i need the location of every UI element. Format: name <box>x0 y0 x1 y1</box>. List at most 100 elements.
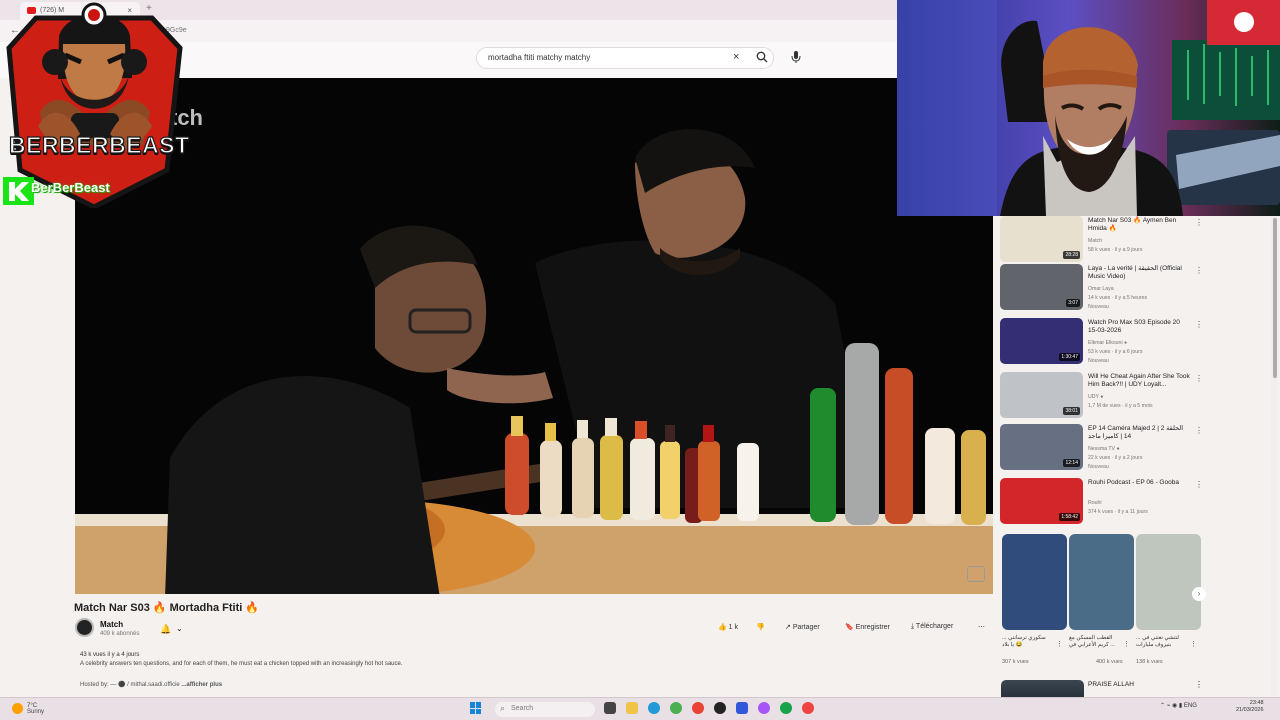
streamer-handle: BerBerBeast <box>31 180 110 195</box>
recommendation-channel[interactable]: Elkmar Elkouni ● <box>1088 340 1127 346</box>
windows-taskbar: 7°CSunny Search ⌃ ⌁ ◉ ▮ ENG 23:4821/03/2… <box>0 697 1280 720</box>
video-thumbnail[interactable]: 3:07 <box>1000 264 1083 310</box>
chevron-right-icon[interactable]: › <box>1192 587 1206 601</box>
video-thumbnail[interactable]: 12:14 <box>1000 424 1083 470</box>
edge-browser-icon[interactable] <box>648 702 660 714</box>
file-explorer-icon[interactable] <box>626 702 638 714</box>
save-label: Enregistrer <box>855 624 890 631</box>
save-button[interactable]: 🔖 Enregistrer <box>845 623 890 631</box>
language-indicator[interactable]: ENG <box>1184 703 1197 709</box>
video-corner-logo-icon <box>967 566 985 582</box>
weather-widget[interactable]: 7°C Sunny <box>27 703 44 715</box>
recommendation-channel[interactable]: Nessma TV ● <box>1088 446 1120 452</box>
bell-icon[interactable]: 🔔 <box>160 624 171 635</box>
view-date: 43 k vues il y a 4 jours <box>80 652 140 658</box>
recommendation-item[interactable]: 38:01 Will He Cheat Again After She Took… <box>998 372 1203 420</box>
webcam-feed <box>897 0 1280 216</box>
recommendation-channel[interactable]: Omar Laya <box>1088 286 1114 292</box>
scrollbar-thumb[interactable] <box>1273 218 1277 378</box>
shorts-shelf: سكوري ترسانتي ... يا بلاد 😂 307 k vues ⋮… <box>1002 534 1202 672</box>
recommendation-meta: 1,7 M de vues · il y a 5 mois <box>1088 403 1153 409</box>
kebab-menu-icon[interactable]: ⋮ <box>1123 640 1130 648</box>
chevron-down-icon[interactable]: ⌄ <box>176 624 183 633</box>
recommendation-title[interactable]: Watch Pro Max S03 Episode 20 15-03-2026 <box>1088 319 1190 335</box>
duration-badge: 1:30:47 <box>1059 353 1080 361</box>
kebab-menu-icon[interactable]: ⋮ <box>1195 426 1203 435</box>
clear-search-icon[interactable]: × <box>733 51 739 63</box>
kebab-menu-icon[interactable]: ⋮ <box>1195 266 1203 275</box>
recommendation-channel[interactable]: Rouhi <box>1088 500 1102 506</box>
kebab-menu-icon[interactable]: ⋮ <box>1195 320 1203 329</box>
short-title[interactable]: القطب المسكن مع ... كريم الأعرابي في <box>1069 635 1117 649</box>
short-views: 138 k vues <box>1136 659 1163 665</box>
short-title[interactable]: سكوري ترسانتي ... يا بلاد 😂 <box>1002 635 1050 649</box>
recommendation-title[interactable]: EP 14 Caméra Majed 2 | 2 الحلقة 14 | كام… <box>1088 425 1190 441</box>
kebab-menu-icon[interactable]: ⋮ <box>1190 640 1197 648</box>
recommendation-item[interactable]: 1:30:47 Watch Pro Max S03 Episode 20 15-… <box>998 318 1203 366</box>
system-tray-icons[interactable]: ⌃ ⌁ ◉ ▮ ENG <box>1160 702 1197 709</box>
description-footer[interactable]: Hosted by: — ⚫ / mithal.saadi.officie ..… <box>80 681 222 688</box>
recommendation-title[interactable]: Will He Cheat Again After She Took Him B… <box>1088 373 1190 389</box>
video-thumbnail[interactable]: 1:58:42 <box>1000 478 1083 524</box>
kebab-menu-icon[interactable]: ⋮ <box>1195 480 1203 489</box>
kebab-menu-icon[interactable]: ⋮ <box>1195 374 1203 383</box>
video-frame <box>75 78 993 594</box>
video-thumbnail[interactable]: 1:30:47 <box>1000 318 1083 364</box>
download-button[interactable]: ⤓ Télécharger <box>911 623 953 631</box>
chat-app-icon[interactable] <box>780 702 792 714</box>
channel-name[interactable]: Match <box>100 620 123 629</box>
video-thumbnail[interactable]: 38:01 <box>1000 372 1083 418</box>
new-badge: Nouveau <box>1088 304 1109 310</box>
more-actions-icon[interactable]: ⋯ <box>978 623 985 631</box>
recommendation-title[interactable]: Match Nar S03 🔥 Aymen Ben Hmida 🔥 <box>1088 217 1190 233</box>
video-player[interactable]: tch <box>75 78 993 594</box>
video-title: Match Nar S03 🔥 Mortadha Ftiti 🔥 <box>74 602 260 614</box>
task-view-icon[interactable] <box>604 702 616 714</box>
short-title[interactable]: لتتشي تعتني في ... بتيروف مليارات <box>1136 635 1184 649</box>
recommendation-channel[interactable]: UDY ● <box>1088 394 1103 400</box>
media-app-icon[interactable] <box>802 702 814 714</box>
obs-icon[interactable] <box>714 702 726 714</box>
windows-start-icon[interactable] <box>470 702 482 714</box>
kebab-menu-icon[interactable]: ⋮ <box>1056 640 1063 648</box>
recommendation-channel[interactable]: Match <box>1088 238 1102 244</box>
video-thumbnail[interactable]: 28:28 <box>1000 216 1083 262</box>
mail-app-icon[interactable] <box>736 702 748 714</box>
search-icon[interactable] <box>756 51 768 63</box>
short-thumbnail[interactable] <box>1069 534 1134 630</box>
recommendation-meta: 58 k vues · il y a 9 jours <box>1088 247 1143 253</box>
new-badge: Nouveau <box>1088 464 1109 470</box>
recommendation-meta: 14 k vues · il y a 5 heures <box>1088 295 1148 301</box>
short-views: 400 k vues <box>1096 659 1123 665</box>
description-text: A celebrity answers ten questions, and f… <box>80 661 403 667</box>
clock-time: 23:48 <box>1249 700 1264 706</box>
chrome-icon[interactable] <box>670 702 682 714</box>
search-input[interactable]: mortadha ftiti matchy matchy <box>476 47 774 69</box>
kebab-menu-icon[interactable]: ⋮ <box>1195 218 1203 227</box>
next-video-title[interactable]: PRAISE ALLAH <box>1088 681 1134 688</box>
system-clock[interactable]: 23:48 21/03/2026 <box>1236 700 1264 714</box>
short-thumbnail[interactable] <box>1002 534 1067 630</box>
recommendation-item[interactable]: 28:28 Match Nar S03 🔥 Aymen Ben Hmida 🔥 … <box>998 216 1203 264</box>
hosted-by: Hosted by: — ⚫ / mithal.saadi.officie <box>80 682 180 688</box>
recommendation-title[interactable]: Rouhi Podcast - EP 06 - Gooba <box>1088 479 1190 487</box>
recommendation-item[interactable]: 1:58:42 Rouhi Podcast - EP 06 - Gooba Ro… <box>998 478 1203 526</box>
short-thumbnail[interactable] <box>1136 534 1201 630</box>
like-button[interactable]: 👍 1 k <box>718 623 738 631</box>
music-app-icon[interactable] <box>758 702 770 714</box>
channel-avatar[interactable] <box>75 618 94 637</box>
webcam-overlay <box>897 0 1280 216</box>
recommendation-title[interactable]: Laya - La verité | الحقيقة (Official Mus… <box>1088 265 1190 281</box>
new-badge: Nouveau <box>1088 358 1109 364</box>
recommendation-item[interactable]: 3:07 Laya - La verité | الحقيقة (Officia… <box>998 264 1203 312</box>
kebab-menu-icon[interactable]: ⋮ <box>1195 680 1203 689</box>
microphone-icon[interactable] <box>790 50 802 64</box>
recommendation-item[interactable]: 12:14 EP 14 Caméra Majed 2 | 2 الحلقة 14… <box>998 424 1203 472</box>
duration-badge: 38:01 <box>1063 407 1080 415</box>
browser-app-icon[interactable] <box>692 702 704 714</box>
dislike-button[interactable]: 👎 <box>756 623 765 631</box>
taskbar-search-input[interactable]: Search <box>495 702 595 717</box>
share-button[interactable]: ↗ Partager <box>785 623 820 631</box>
clock-date: 21/03/2026 <box>1236 707 1264 713</box>
show-more-link[interactable]: ...afficher plus <box>181 682 222 688</box>
